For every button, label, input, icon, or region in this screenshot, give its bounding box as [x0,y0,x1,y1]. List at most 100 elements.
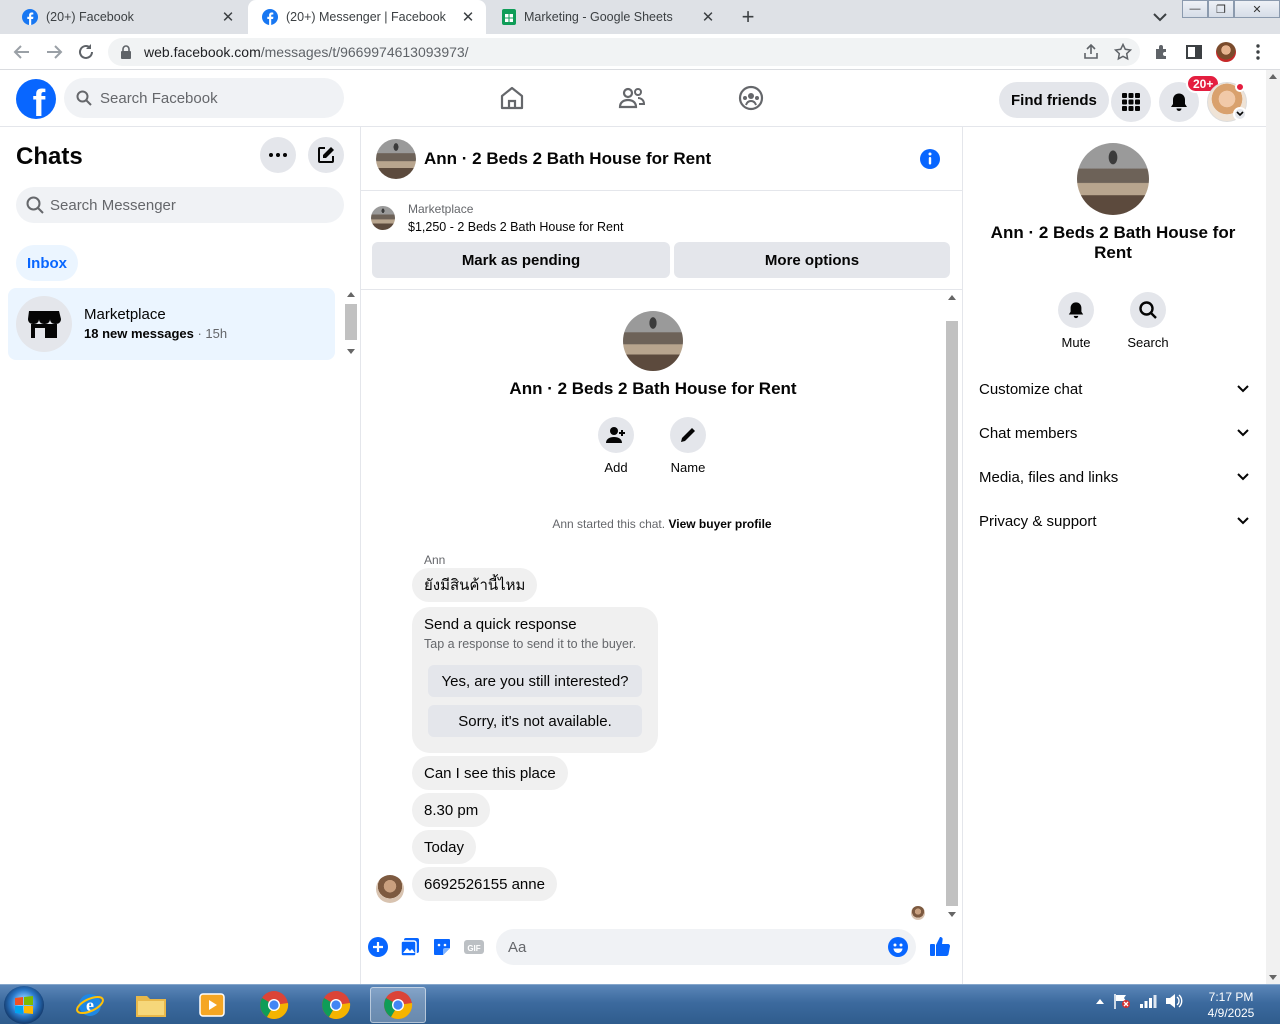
info-icon[interactable] [919,148,941,170]
sticker-icon[interactable] [432,937,452,957]
inbox-filter-tab[interactable]: Inbox [16,245,78,281]
browser-tab-messenger[interactable]: (20+) Messenger | Facebook ✕ [248,0,486,34]
page-scrollbar[interactable] [1266,70,1280,984]
media-files-links-section[interactable]: Media, files and links [979,457,1249,497]
windows-start-button[interactable] [4,986,44,1024]
browser-toolbar: web.facebook.com/messages/t/966997461309… [0,34,1280,70]
tab-search-icon[interactable] [1150,8,1170,26]
quick-reply-not-available[interactable]: Sorry, it's not available. [428,705,642,737]
more-dots-icon [269,153,287,157]
facebook-logo-icon[interactable]: f [16,79,56,119]
share-icon[interactable] [1082,43,1100,61]
windows-taskbar: e 7:17 PM 4/9/2025 [0,984,1280,1024]
listing-avatar[interactable] [376,139,416,179]
thread-name: Marketplace [84,306,166,323]
taskbar-chrome-1[interactable] [246,987,302,1023]
reload-button[interactable] [74,40,98,64]
chrome-icon [322,991,351,1019]
message-bubble[interactable]: Today [412,830,477,864]
windows-logo-icon [15,996,33,1014]
like-thumb-icon[interactable] [929,935,951,957]
menu-grid-button[interactable] [1111,82,1151,122]
chrome-menu-icon[interactable] [1246,40,1270,64]
add-people-action[interactable]: Add [586,417,646,475]
privacy-support-section[interactable]: Privacy & support [979,501,1249,541]
conversation-title[interactable]: Ann · 2 Beds 2 Bath House for Rent [424,149,711,169]
extensions-icon[interactable] [1150,40,1174,64]
lock-icon [121,45,131,59]
chats-title: Chats [16,143,83,170]
network-signal-icon[interactable] [1139,993,1157,1009]
sender-name: Ann [424,553,446,567]
listing-title[interactable]: $1,250 - 2 Beds 2 Bath House for Rent [408,220,623,234]
new-message-button[interactable] [308,137,344,173]
taskbar-chrome-active[interactable] [370,987,426,1023]
more-options-button[interactable]: More options [674,242,950,278]
minimize-button[interactable]: — [1182,0,1208,18]
messenger-search-input[interactable]: Search Messenger [16,187,344,223]
taskbar-internet-explorer[interactable]: e [62,987,118,1023]
search-icon [26,196,44,214]
message-bubble[interactable]: Can I see this place [412,756,568,790]
mute-action[interactable]: Mute [1046,292,1106,350]
find-friends-button[interactable]: Find friends [999,82,1109,118]
close-tab-icon[interactable]: ✕ [460,9,476,26]
taskbar-chrome-2[interactable] [308,987,364,1023]
chat-thread-marketplace[interactable]: Marketplace 18 new messages · 15h [8,288,335,360]
search-label: Search [1127,335,1169,350]
grid-menu-icon [1122,93,1140,111]
taskbar-media-player[interactable] [184,987,240,1023]
taskbar-file-explorer[interactable] [123,987,179,1023]
customize-chat-section[interactable]: Customize chat [979,369,1249,409]
messages-scrollbar[interactable] [944,291,960,921]
show-hidden-icons-icon[interactable] [1095,997,1105,1005]
side-panel-icon[interactable] [1182,40,1206,64]
forward-button[interactable] [42,40,66,64]
add-label: Add [604,460,628,475]
back-arrow-icon [13,45,29,59]
new-tab-button[interactable]: + [736,4,760,29]
search-in-chat-action[interactable]: Search [1118,292,1178,350]
groups-icon[interactable] [737,84,765,112]
back-button[interactable] [10,40,34,64]
close-tab-icon[interactable]: ✕ [220,9,236,26]
bookmark-star-icon[interactable] [1114,43,1132,61]
mark-as-pending-button[interactable]: Mark as pending [372,242,670,278]
attach-photo-icon[interactable] [400,937,420,957]
address-bar[interactable]: web.facebook.com/messages/t/966997461309… [108,38,1140,66]
message-bubble[interactable]: 8.30 pm [412,793,491,827]
name-chat-action[interactable]: Name [658,417,718,475]
message-input[interactable]: Aa [496,929,916,965]
listing-thumbnail[interactable] [371,206,395,230]
message-input-placeholder: Aa [508,938,527,956]
chrome-profile-avatar[interactable] [1214,40,1238,64]
home-icon[interactable] [498,84,526,112]
account-chevron-icon[interactable] [1233,107,1247,121]
sender-avatar[interactable] [376,875,404,903]
action-center-flag-icon[interactable] [1113,993,1131,1009]
emoji-icon[interactable] [888,937,908,957]
chat-members-section[interactable]: Chat members [979,413,1249,453]
friends-icon[interactable] [618,84,646,112]
chats-scrollbar[interactable] [343,288,359,358]
facebook-search-input[interactable]: Search Facebook [64,78,344,118]
volume-speaker-icon[interactable] [1165,993,1183,1009]
gif-icon[interactable]: GIF [464,937,484,957]
message-bubble[interactable]: 6692526155 anne [412,867,557,901]
restore-button[interactable]: ❐ [1208,0,1234,18]
message-bubble[interactable]: ยังมีสินค้านี้ไหม [412,568,538,602]
quick-reply-still-interested[interactable]: Yes, are you still interested? [428,665,642,697]
chats-options-button[interactable] [260,137,296,173]
close-tab-icon[interactable]: ✕ [700,9,716,26]
chat-info-name: Ann · 2 Beds 2 Bath House for Rent [990,223,1236,262]
more-actions-plus-icon[interactable] [368,937,388,957]
view-buyer-profile-link[interactable]: View buyer profile [668,517,771,531]
name-label: Name [670,460,706,475]
chats-sidebar: Chats Search Messenger Inbox Marketplace… [0,127,361,984]
browser-tab-facebook[interactable]: (20+) Facebook ✕ [8,0,246,34]
browser-tab-sheets[interactable]: Marketing - Google Sheets ✕ [488,0,726,34]
window-close-button[interactable]: ✕ [1234,0,1280,18]
taskbar-clock[interactable]: 7:17 PM 4/9/2025 [1196,989,1266,1021]
add-person-icon [606,427,625,443]
clock-date: 4/9/2025 [1207,1006,1255,1020]
